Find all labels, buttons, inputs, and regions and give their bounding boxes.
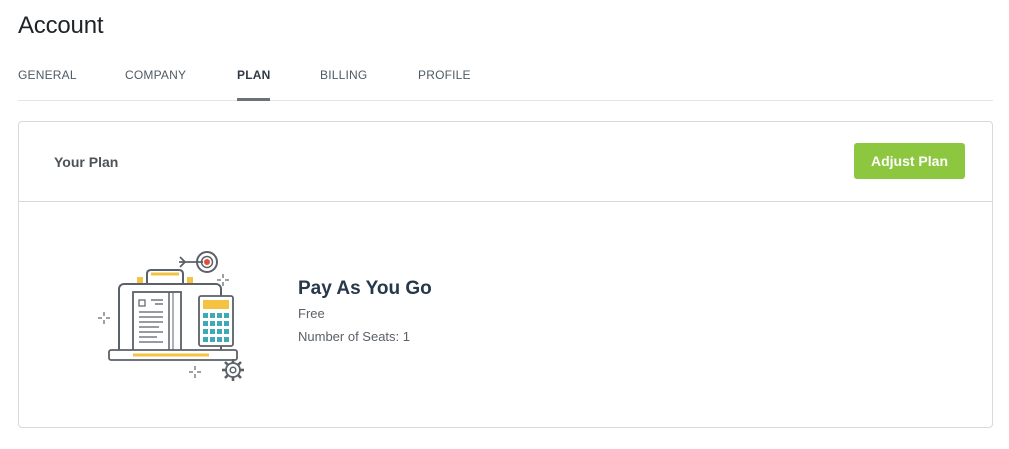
tab-profile[interactable]: PROFILE [418,68,471,100]
plan-card-header: Your Plan Adjust Plan [19,122,992,202]
page-title: Account [18,12,104,39]
adjust-plan-button[interactable]: Adjust Plan [854,143,965,179]
tab-company[interactable]: COMPANY [125,68,186,100]
your-plan-heading: Your Plan [54,154,119,170]
tab-general[interactable]: GENERAL [18,68,77,100]
tab-billing[interactable]: BILLING [320,68,367,100]
plan-details: Pay As You Go Free Number of Seats: 1 [298,278,432,344]
plan-name: Pay As You Go [298,278,432,299]
plan-card: Your Plan Adjust Plan Pay As You Go Free… [18,121,993,428]
plan-seats: Number of Seats: 1 [298,329,410,344]
plan-price: Free [298,306,325,321]
account-tabs: GENERAL COMPANY PLAN BILLING PROFILE [18,62,993,101]
tab-plan[interactable]: PLAN [237,68,271,101]
briefcase-calculator-icon [79,246,254,391]
